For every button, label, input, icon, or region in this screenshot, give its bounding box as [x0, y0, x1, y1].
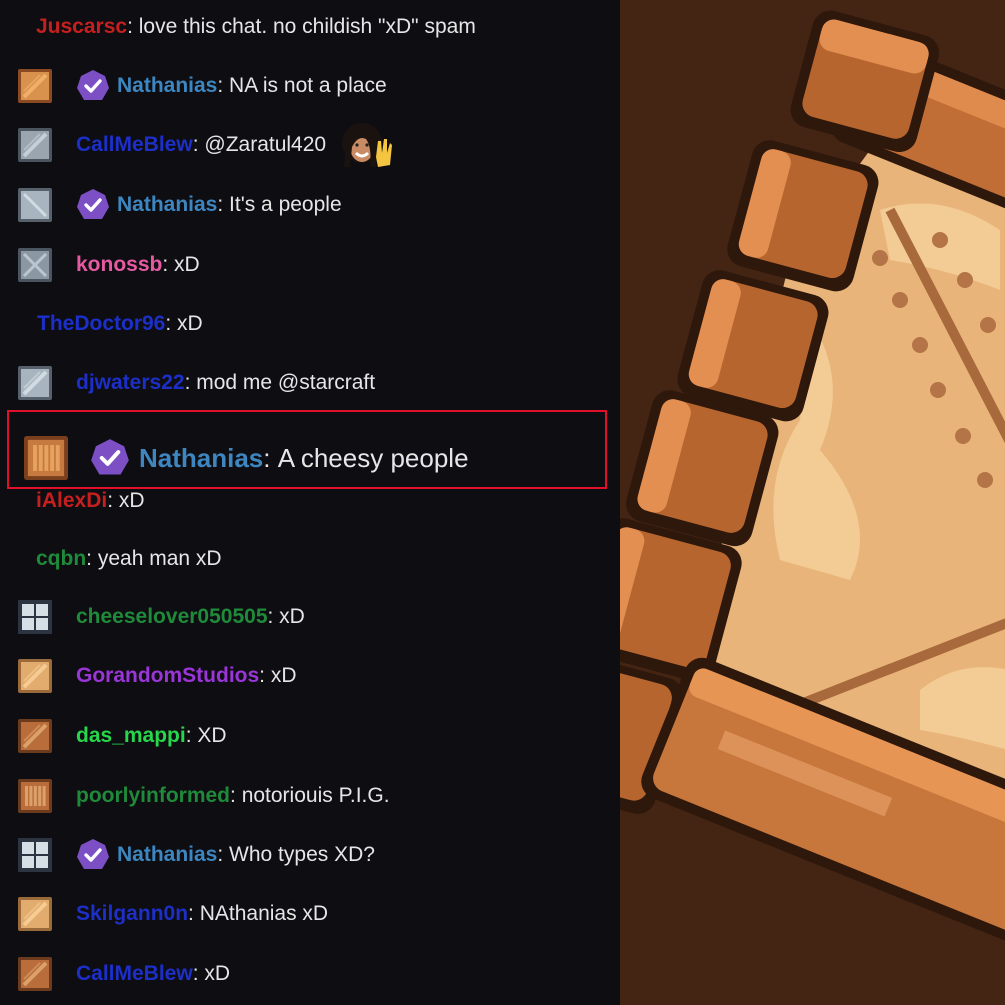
- chat-username[interactable]: Nathanias: [117, 193, 217, 217]
- chat-message: TheDoctor96: xD: [0, 299, 620, 349]
- crate-avatar-icon: [18, 248, 52, 282]
- chat-message-text: It's a people: [229, 193, 342, 216]
- chat-separator: :: [192, 133, 205, 156]
- verified-badge-icon: [76, 838, 110, 872]
- chat-message: CallMeBlew: xD: [0, 949, 620, 999]
- chat-message-text: notoriouis P.I.G.: [241, 784, 390, 807]
- chat-message: Nathanias: Who types XD?: [0, 830, 620, 880]
- chat-message: cqbn: yeah man xD: [0, 534, 620, 584]
- chat-message-text: XD: [197, 724, 227, 747]
- verified-badge-icon: [76, 188, 110, 222]
- chat-message-text: mod me @starcraft: [196, 371, 376, 394]
- crate-avatar-icon: [18, 128, 52, 162]
- chat-message: poorlyinformed: notoriouis P.I.G.: [0, 771, 620, 821]
- chat-message-text: xD: [270, 664, 297, 687]
- chat-username[interactable]: Skilgann0n: [76, 902, 188, 926]
- chat-username[interactable]: Nathanias: [117, 843, 217, 867]
- crate-avatar-icon: [18, 600, 52, 634]
- chat-separator: :: [165, 312, 178, 335]
- chat-message: CallMeBlew: @Zaratul420: [0, 120, 620, 170]
- chat-username[interactable]: cqbn: [36, 547, 86, 571]
- chat-username[interactable]: CallMeBlew: [76, 133, 193, 157]
- chat-username[interactable]: CallMeBlew: [76, 962, 193, 986]
- chat-message-text: Who types XD?: [229, 843, 375, 866]
- chat-separator: :: [217, 193, 230, 216]
- crate-avatar-icon: [18, 957, 52, 991]
- chat-message: konossb: xD: [0, 240, 620, 290]
- chat-message-text: xD: [204, 962, 231, 985]
- chat-separator: :: [188, 902, 200, 925]
- verified-badge-icon: [76, 69, 110, 103]
- chat-username[interactable]: poorlyinformed: [76, 784, 230, 808]
- chat-separator: :: [107, 489, 119, 512]
- chat-separator: :: [184, 371, 197, 394]
- chat-message: Nathanias: NA is not a place: [0, 61, 620, 111]
- chat-separator: :: [259, 664, 271, 687]
- chat-message: cheeselover050505: xD: [0, 592, 620, 642]
- chat-username[interactable]: Juscarsc: [36, 15, 127, 39]
- chat-message: djwaters22: mod me @starcraft: [0, 358, 620, 408]
- highlight-box: [7, 410, 607, 489]
- chat-separator: :: [217, 843, 230, 866]
- chat-message: Skilgann0n: NAthanias xD: [0, 889, 620, 939]
- chat-username[interactable]: GorandomStudios: [76, 664, 259, 688]
- chat-message-text: xD: [177, 312, 203, 335]
- chat-username[interactable]: TheDoctor96: [37, 312, 165, 336]
- chat-message: Nathanias: It's a people: [0, 180, 620, 230]
- chat-separator: :: [217, 74, 230, 97]
- chat-separator: :: [162, 253, 175, 276]
- crate-avatar-icon: [18, 779, 52, 813]
- chat-message: das_mappi: XD: [0, 711, 620, 761]
- crate-avatar-icon: [18, 838, 52, 872]
- chat-separator: :: [185, 724, 198, 747]
- crate-avatar-icon: [18, 897, 52, 931]
- crate-avatar-icon: [18, 366, 52, 400]
- chat-separator: :: [192, 962, 205, 985]
- chat-message: Juscarsc: love this chat. no childish "x…: [0, 2, 620, 52]
- chat-username[interactable]: das_mappi: [76, 724, 186, 748]
- waving-woman-emote: [326, 117, 393, 173]
- crate-avatar-icon: [18, 719, 52, 753]
- crate-avatar-icon: [18, 659, 52, 693]
- chat-username[interactable]: iAlexDi: [36, 489, 107, 513]
- chat-separator: :: [230, 784, 242, 807]
- chat-message-text: xD: [174, 253, 200, 276]
- chat-message-text: xD: [118, 489, 145, 512]
- chat-message-text: yeah man xD: [97, 547, 222, 570]
- chat-message-text: xD: [279, 605, 305, 628]
- crate-avatar-icon: [18, 188, 52, 222]
- wooden-crate-artwork: [620, 0, 1005, 1005]
- chat-message-text: NA is not a place: [229, 74, 387, 97]
- chat-panel: Juscarsc: love this chat. no childish "x…: [0, 0, 620, 1005]
- chat-separator: :: [86, 547, 98, 570]
- chat-separator: :: [267, 605, 280, 628]
- chat-message-text: NAthanias xD: [199, 902, 329, 925]
- chat-username[interactable]: Nathanias: [117, 74, 217, 98]
- chat-username[interactable]: djwaters22: [76, 371, 185, 395]
- chat-message: GorandomStudios: xD: [0, 651, 620, 701]
- chat-separator: :: [127, 15, 139, 38]
- chat-message-text: @Zaratul420: [204, 133, 327, 156]
- chat-username[interactable]: cheeselover050505: [76, 605, 268, 629]
- crate-avatar-icon: [18, 69, 52, 103]
- chat-message-text: love this chat. no childish "xD" spam: [138, 15, 476, 38]
- chat-username[interactable]: konossb: [76, 253, 162, 277]
